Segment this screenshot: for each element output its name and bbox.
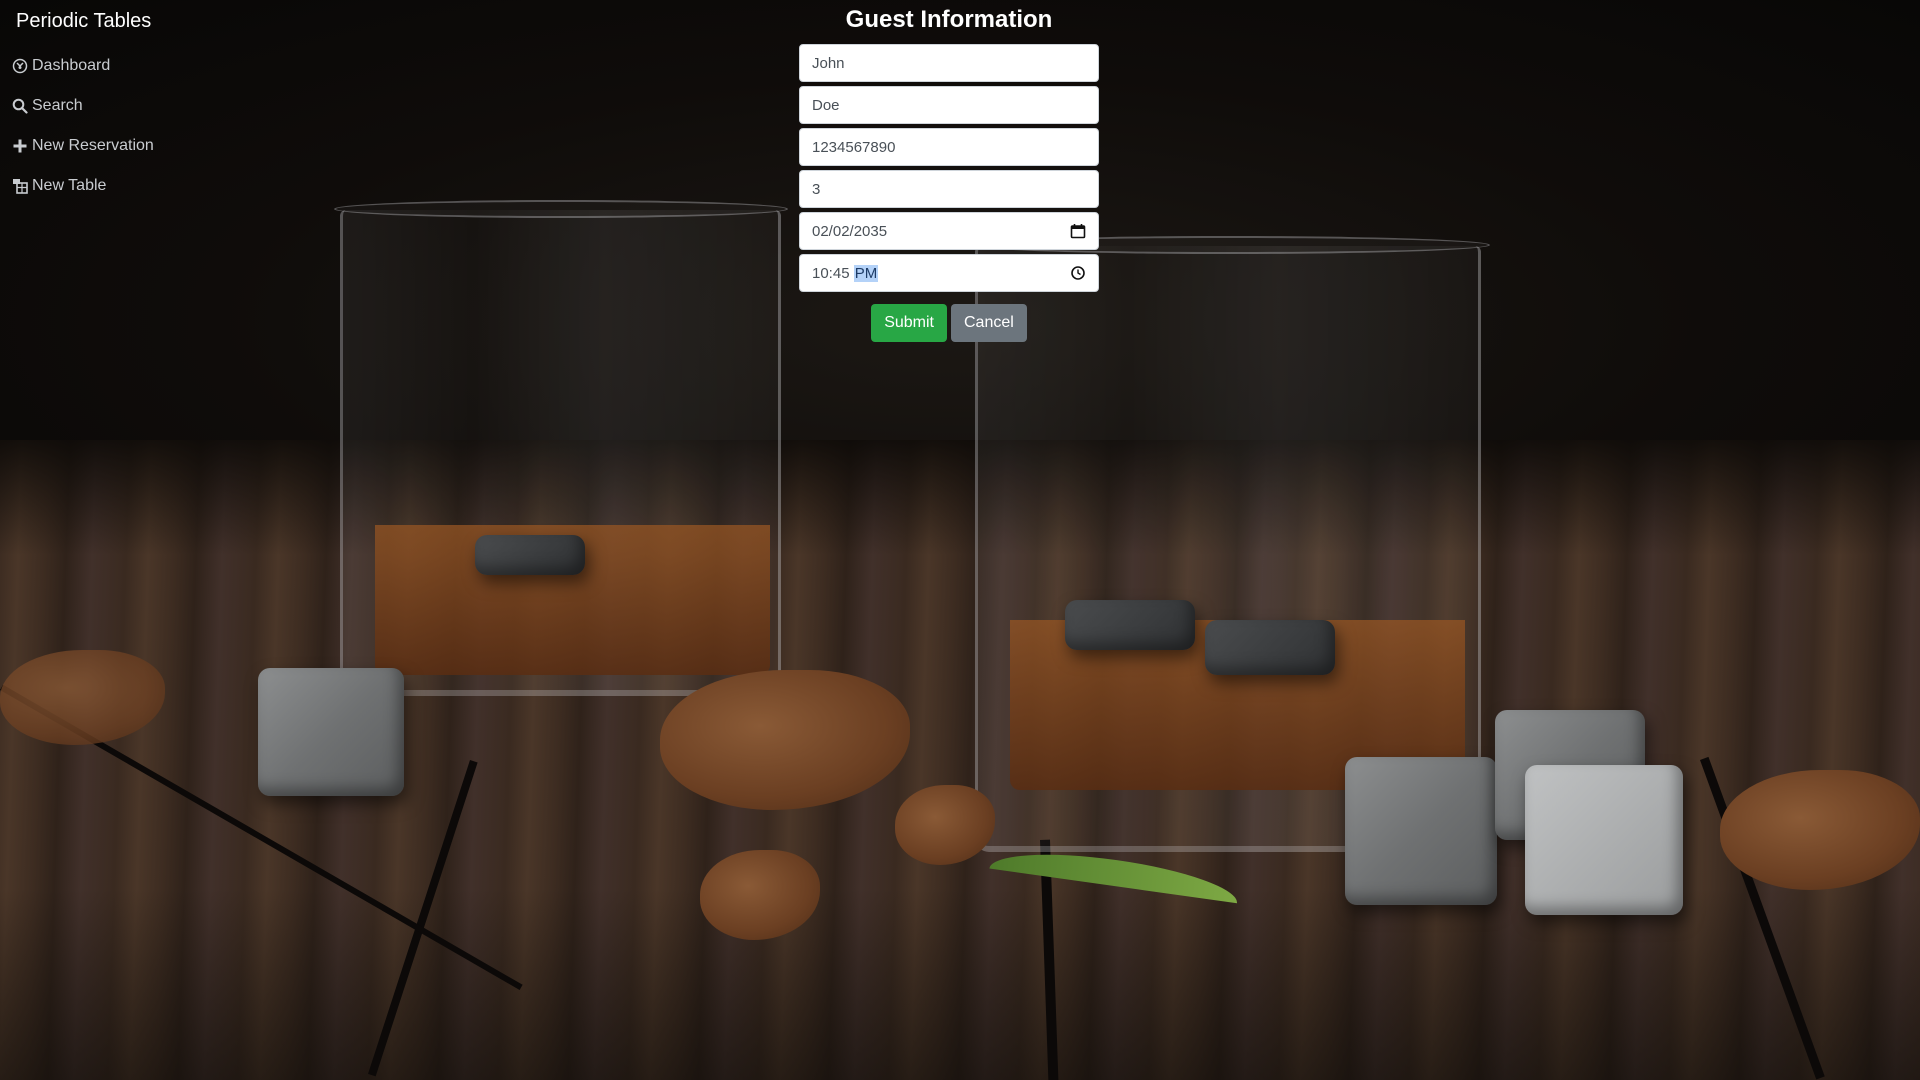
sidebar-item-label: Dashboard — [32, 57, 111, 74]
right-glass-ice-stone — [1065, 600, 1195, 650]
cancel-button[interactable]: Cancel — [950, 304, 1027, 342]
calendar-icon[interactable] — [1070, 223, 1086, 239]
time-period-segment[interactable]: PM — [853, 264, 879, 282]
time-hours-minutes: 10:45 — [812, 264, 850, 282]
party-size-value: 3 — [812, 180, 821, 198]
whisky-stone — [1345, 757, 1497, 905]
clock-icon[interactable] — [1070, 265, 1086, 281]
sidebar-item-label: Search — [32, 97, 83, 114]
sidebar-item-dashboard[interactable]: Dashboard — [12, 46, 200, 86]
reservation-date-value: 02/02/2035 — [812, 222, 888, 240]
form-title: Guest Information — [845, 6, 1053, 33]
sidebar-item-label: New Table — [32, 177, 107, 194]
table-icon — [12, 178, 28, 194]
form-actions: Submit Cancel — [799, 304, 1099, 342]
reservation-time-value: 10:45 PM — [812, 264, 1070, 282]
sidebar-item-new-table[interactable]: New Table — [12, 166, 200, 206]
first-name-value: John — [812, 54, 845, 72]
party-size-field[interactable]: 3 — [799, 170, 1099, 208]
dashboard-icon — [12, 58, 28, 74]
sidebar-item-search[interactable]: Search — [12, 86, 200, 126]
whisky-stone — [258, 668, 404, 796]
reservation-date-field[interactable]: 02/02/2035 — [799, 212, 1099, 250]
submit-button[interactable]: Submit — [871, 304, 947, 342]
reservation-time-field[interactable]: 10:45 PM — [799, 254, 1099, 292]
mobile-number-value: 1234567890 — [812, 138, 896, 156]
guest-information-form: Guest Information John Doe 1234567890 3 … — [799, 0, 1099, 342]
right-glass-ice-stone — [1205, 620, 1335, 675]
sidebar-nav: Periodic Tables Dashboard Search New Res… — [0, 0, 200, 206]
plus-icon — [12, 138, 28, 154]
brand-title[interactable]: Periodic Tables — [16, 8, 200, 34]
last-name-value: Doe — [812, 96, 840, 114]
sidebar-item-label: New Reservation — [32, 137, 154, 154]
whisky-stone — [1525, 765, 1683, 915]
mobile-number-field[interactable]: 1234567890 — [799, 128, 1099, 166]
sidebar-item-new-reservation[interactable]: New Reservation — [12, 126, 200, 166]
left-glass-ice-stone — [475, 535, 585, 575]
last-name-field[interactable]: Doe — [799, 86, 1099, 124]
search-icon — [12, 98, 28, 114]
first-name-field[interactable]: John — [799, 44, 1099, 82]
